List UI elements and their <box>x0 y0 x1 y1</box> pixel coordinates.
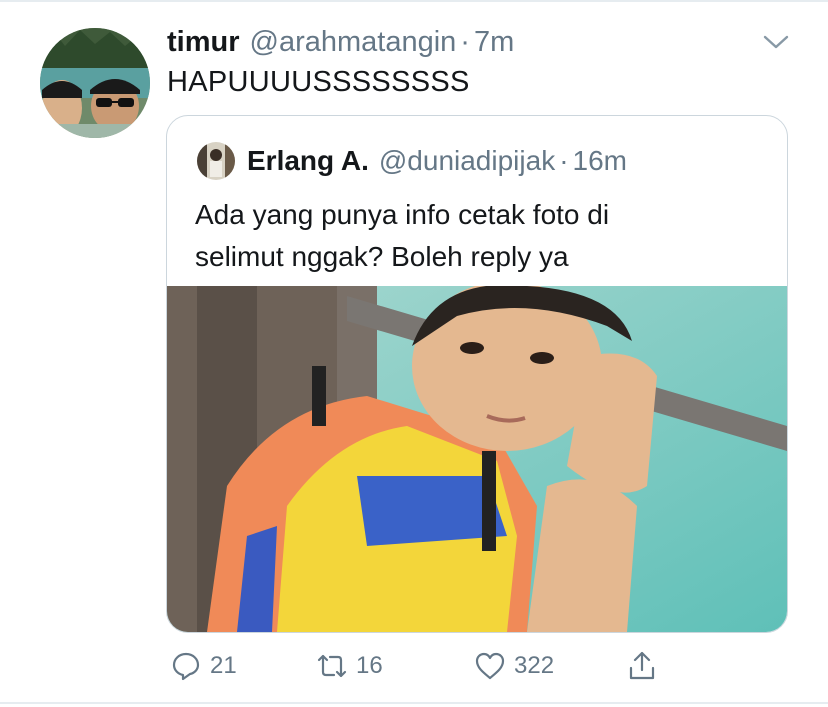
quoted-text-line-2: selimut nggak? Boleh reply ya <box>195 241 569 272</box>
separator-dot: · <box>460 26 470 58</box>
bottom-divider <box>0 702 828 704</box>
quoted-text-line-1: Ada yang punya info cetak foto di <box>195 199 610 230</box>
author-handle[interactable]: @arahmatangin <box>250 26 457 59</box>
heart-icon <box>475 652 505 680</box>
tweet-time[interactable]: 7m <box>474 26 514 59</box>
share-button[interactable] <box>626 650 666 682</box>
reply-icon <box>172 652 200 681</box>
retweet-icon <box>317 654 347 678</box>
quoted-author-avatar[interactable] <box>197 142 235 180</box>
photo-of-boy-icon <box>167 286 787 632</box>
tweet-actions: 21 16 322 <box>0 650 828 690</box>
quoted-tweet[interactable]: Erlang A. @duniadipijak · 16m Ada yang p… <box>166 115 788 633</box>
quoted-author-handle[interactable]: @duniadipijak <box>379 145 555 177</box>
quoted-tweet-header: Erlang A. @duniadipijak · 16m <box>197 142 627 180</box>
retweet-button[interactable]: 16 <box>316 650 383 682</box>
author-avatar[interactable] <box>40 28 150 138</box>
separator-dot: · <box>559 145 569 176</box>
chevron-down-icon[interactable] <box>762 32 790 52</box>
quoted-tweet-text: Ada yang punya info cetak foto di selimu… <box>195 194 765 278</box>
profile-photo-icon <box>40 28 150 138</box>
reply-count: 21 <box>210 652 237 679</box>
like-button[interactable]: 322 <box>474 650 554 682</box>
tweet-header: timur @arahmatangin · 7m <box>167 26 514 62</box>
quoted-author-name[interactable]: Erlang A. <box>247 145 369 177</box>
retweet-count: 16 <box>356 652 383 679</box>
share-icon <box>629 651 655 680</box>
reply-button[interactable]: 21 <box>170 650 237 682</box>
top-divider <box>0 0 828 2</box>
tweet-text: HAPUUUUSSSSSSSS <box>167 66 470 98</box>
author-name[interactable]: timur <box>167 26 240 59</box>
quoted-tweet-time[interactable]: 16m <box>573 145 627 177</box>
quoted-tweet-photo[interactable] <box>167 286 787 632</box>
like-count: 322 <box>514 652 555 679</box>
